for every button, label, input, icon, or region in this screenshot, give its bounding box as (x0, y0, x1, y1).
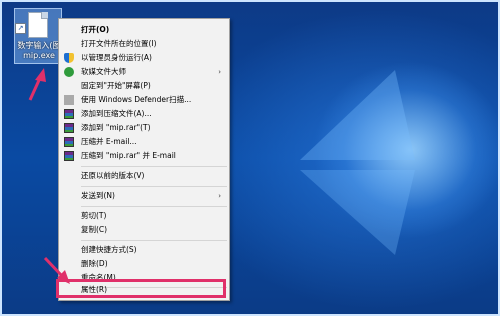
arrow-to-properties (43, 256, 70, 284)
annotation-arrows (28, 68, 70, 284)
arrow-to-desktop-icon (28, 68, 46, 101)
